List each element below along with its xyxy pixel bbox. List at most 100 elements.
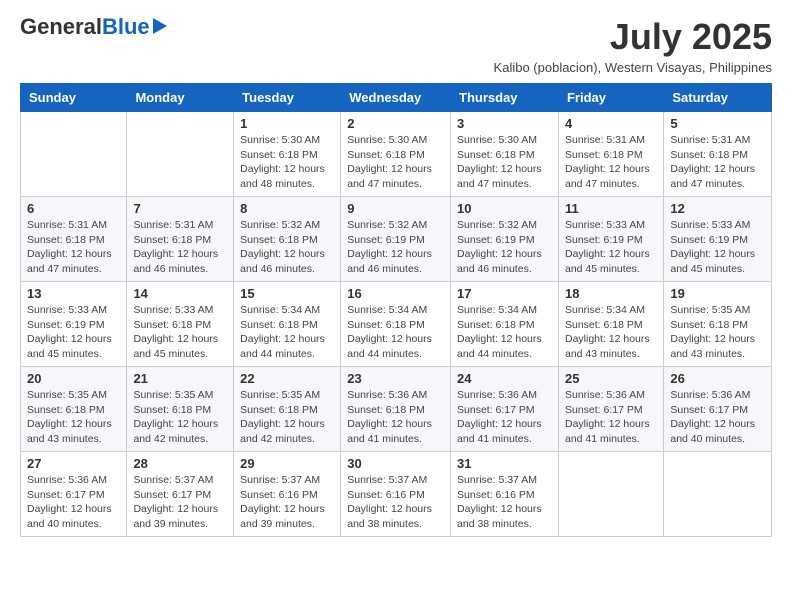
day-info: Sunrise: 5:34 AM Sunset: 6:18 PM Dayligh… <box>240 303 334 362</box>
calendar-day-cell: 22 Sunrise: 5:35 AM Sunset: 6:18 PM Dayli… <box>234 367 341 452</box>
calendar-header-row: SundayMondayTuesdayWednesdayThursdayFrid… <box>21 84 772 112</box>
calendar-day-cell: 11 Sunrise: 5:33 AM Sunset: 6:19 PM Dayli… <box>558 197 663 282</box>
page-header: General Blue July 2025 Kalibo (poblacion… <box>20 16 772 75</box>
calendar-day-cell: 6Sunrise: 5:31 AM Sunset: 6:18 PM Daylig… <box>21 197 127 282</box>
calendar-day-cell: 4Sunrise: 5:31 AM Sunset: 6:18 PM Daylig… <box>558 112 663 197</box>
day-number: 11 <box>565 201 657 216</box>
calendar-day-cell: 12 Sunrise: 5:33 AM Sunset: 6:19 PM Dayli… <box>664 197 772 282</box>
day-number: 31 <box>457 456 552 471</box>
logo-general-text: General <box>20 16 102 38</box>
day-info: Sunrise: 5:34 AM Sunset: 6:18 PM Dayligh… <box>457 303 552 362</box>
calendar-week-row: 1 Sunrise: 5:30 AM Sunset: 6:18 PM Daylig… <box>21 112 772 197</box>
day-number: 15 <box>240 286 334 301</box>
calendar-day-cell: 19Sunrise: 5:35 AM Sunset: 6:18 PM Dayli… <box>664 282 772 367</box>
day-number: 6 <box>27 201 120 216</box>
day-info: Sunrise: 5:31 AM Sunset: 6:18 PM Dayligh… <box>670 133 765 192</box>
day-number: 21 <box>133 371 227 386</box>
day-info: Sunrise: 5:30 AM Sunset: 6:18 PM Dayligh… <box>347 133 444 192</box>
calendar-table: SundayMondayTuesdayWednesdayThursdayFrid… <box>20 83 772 537</box>
calendar-header-cell: Sunday <box>21 84 127 112</box>
location-subtitle: Kalibo (poblacion), Western Visayas, Phi… <box>494 60 772 75</box>
calendar-day-cell <box>558 452 663 537</box>
day-info: Sunrise: 5:36 AM Sunset: 6:17 PM Dayligh… <box>457 388 552 447</box>
calendar-day-cell: 17 Sunrise: 5:34 AM Sunset: 6:18 PM Dayli… <box>451 282 559 367</box>
day-info: Sunrise: 5:33 AM Sunset: 6:19 PM Dayligh… <box>27 303 120 362</box>
day-info: Sunrise: 5:37 AM Sunset: 6:16 PM Dayligh… <box>457 473 552 532</box>
day-number: 7 <box>133 201 227 216</box>
day-info: Sunrise: 5:30 AM Sunset: 6:18 PM Dayligh… <box>240 133 334 192</box>
calendar-day-cell: 9 Sunrise: 5:32 AM Sunset: 6:19 PM Daylig… <box>341 197 451 282</box>
day-info: Sunrise: 5:31 AM Sunset: 6:18 PM Dayligh… <box>133 218 227 277</box>
calendar-week-row: 20 Sunrise: 5:35 AM Sunset: 6:18 PM Dayli… <box>21 367 772 452</box>
calendar-day-cell: 3 Sunrise: 5:30 AM Sunset: 6:18 PM Daylig… <box>451 112 559 197</box>
calendar-day-cell: 20Sunrise: 5:35 AM Sunset: 6:18 PM Dayli… <box>21 367 127 452</box>
day-number: 29 <box>240 456 334 471</box>
day-number: 1 <box>240 116 334 131</box>
day-info: Sunrise: 5:32 AM Sunset: 6:19 PM Dayligh… <box>347 218 444 277</box>
logo: General Blue <box>20 16 167 38</box>
calendar-day-cell <box>664 452 772 537</box>
calendar-day-cell: 1 Sunrise: 5:30 AM Sunset: 6:18 PM Daylig… <box>234 112 341 197</box>
calendar-day-cell: 2 Sunrise: 5:30 AM Sunset: 6:18 PM Daylig… <box>341 112 451 197</box>
day-info: Sunrise: 5:30 AM Sunset: 6:18 PM Dayligh… <box>457 133 552 192</box>
day-number: 4 <box>565 116 657 131</box>
day-number: 18 <box>565 286 657 301</box>
day-number: 3 <box>457 116 552 131</box>
day-info: Sunrise: 5:36 AM Sunset: 6:18 PM Dayligh… <box>347 388 444 447</box>
day-number: 27 <box>27 456 120 471</box>
day-number: 16 <box>347 286 444 301</box>
day-info: Sunrise: 5:37 AM Sunset: 6:16 PM Dayligh… <box>347 473 444 532</box>
day-number: 30 <box>347 456 444 471</box>
calendar-header-cell: Tuesday <box>234 84 341 112</box>
calendar-header-cell: Wednesday <box>341 84 451 112</box>
day-number: 2 <box>347 116 444 131</box>
day-info: Sunrise: 5:37 AM Sunset: 6:16 PM Dayligh… <box>240 473 334 532</box>
day-number: 5 <box>670 116 765 131</box>
day-info: Sunrise: 5:33 AM Sunset: 6:19 PM Dayligh… <box>670 218 765 277</box>
calendar-week-row: 27Sunrise: 5:36 AM Sunset: 6:17 PM Dayli… <box>21 452 772 537</box>
day-number: 17 <box>457 286 552 301</box>
day-number: 24 <box>457 371 552 386</box>
day-info: Sunrise: 5:34 AM Sunset: 6:18 PM Dayligh… <box>565 303 657 362</box>
calendar-day-cell: 14Sunrise: 5:33 AM Sunset: 6:18 PM Dayli… <box>127 282 234 367</box>
calendar-day-cell: 29 Sunrise: 5:37 AM Sunset: 6:16 PM Dayli… <box>234 452 341 537</box>
calendar-day-cell: 28 Sunrise: 5:37 AM Sunset: 6:17 PM Dayli… <box>127 452 234 537</box>
calendar-header-cell: Monday <box>127 84 234 112</box>
calendar-day-cell: 18 Sunrise: 5:34 AM Sunset: 6:18 PM Dayli… <box>558 282 663 367</box>
calendar-header-cell: Thursday <box>451 84 559 112</box>
title-section: July 2025 Kalibo (poblacion), Western Vi… <box>494 16 772 75</box>
day-number: 14 <box>133 286 227 301</box>
day-info: Sunrise: 5:37 AM Sunset: 6:17 PM Dayligh… <box>133 473 227 532</box>
calendar-day-cell: 27Sunrise: 5:36 AM Sunset: 6:17 PM Dayli… <box>21 452 127 537</box>
calendar-day-cell <box>127 112 234 197</box>
day-info: Sunrise: 5:33 AM Sunset: 6:19 PM Dayligh… <box>565 218 657 277</box>
calendar-day-cell: 25Sunrise: 5:36 AM Sunset: 6:17 PM Dayli… <box>558 367 663 452</box>
calendar-day-cell: 7 Sunrise: 5:31 AM Sunset: 6:18 PM Daylig… <box>127 197 234 282</box>
day-number: 25 <box>565 371 657 386</box>
calendar-day-cell: 5 Sunrise: 5:31 AM Sunset: 6:18 PM Daylig… <box>664 112 772 197</box>
calendar-header-cell: Saturday <box>664 84 772 112</box>
day-info: Sunrise: 5:35 AM Sunset: 6:18 PM Dayligh… <box>240 388 334 447</box>
day-number: 20 <box>27 371 120 386</box>
month-title: July 2025 <box>494 16 772 58</box>
day-number: 9 <box>347 201 444 216</box>
calendar-header-cell: Friday <box>558 84 663 112</box>
calendar-day-cell: 30 Sunrise: 5:37 AM Sunset: 6:16 PM Dayli… <box>341 452 451 537</box>
day-number: 28 <box>133 456 227 471</box>
day-info: Sunrise: 5:32 AM Sunset: 6:18 PM Dayligh… <box>240 218 334 277</box>
day-number: 13 <box>27 286 120 301</box>
calendar-day-cell <box>21 112 127 197</box>
day-number: 22 <box>240 371 334 386</box>
calendar-day-cell: 24 Sunrise: 5:36 AM Sunset: 6:17 PM Dayli… <box>451 367 559 452</box>
logo-arrow-icon <box>153 18 167 34</box>
calendar-day-cell: 21Sunrise: 5:35 AM Sunset: 6:18 PM Dayli… <box>127 367 234 452</box>
calendar-day-cell: 8Sunrise: 5:32 AM Sunset: 6:18 PM Daylig… <box>234 197 341 282</box>
calendar-week-row: 13 Sunrise: 5:33 AM Sunset: 6:19 PM Dayli… <box>21 282 772 367</box>
day-number: 12 <box>670 201 765 216</box>
day-info: Sunrise: 5:36 AM Sunset: 6:17 PM Dayligh… <box>670 388 765 447</box>
calendar-day-cell: 23Sunrise: 5:36 AM Sunset: 6:18 PM Dayli… <box>341 367 451 452</box>
calendar-day-cell: 10Sunrise: 5:32 AM Sunset: 6:19 PM Dayli… <box>451 197 559 282</box>
day-number: 10 <box>457 201 552 216</box>
calendar-day-cell: 13 Sunrise: 5:33 AM Sunset: 6:19 PM Dayli… <box>21 282 127 367</box>
calendar-week-row: 6 Sunrise: 5:31 AM Sunset: 6:18 PM Daylig… <box>21 197 772 282</box>
